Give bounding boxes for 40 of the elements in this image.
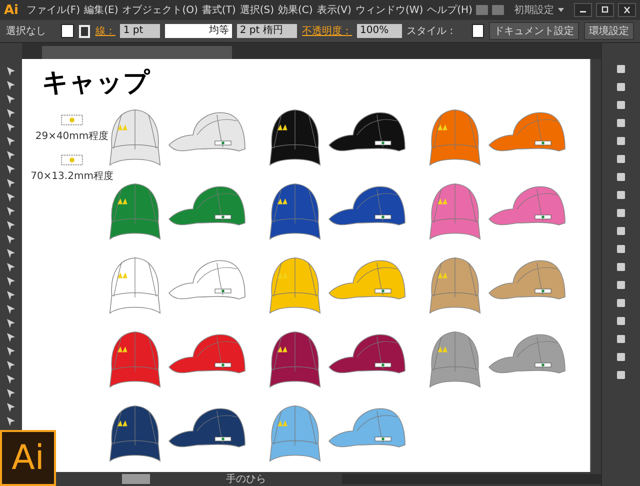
minimize-button[interactable] (574, 3, 592, 17)
menu-item[interactable]: 表示(V) (316, 3, 352, 17)
stroke-link[interactable]: 線： (95, 24, 116, 38)
style-swatch[interactable] (472, 24, 484, 38)
toolbar-button[interactable]: 環境設定 (584, 22, 634, 40)
opacity-link[interactable]: 不透明度： (302, 24, 352, 38)
app-logo: Ai (4, 2, 19, 18)
fill-swatch[interactable] (61, 24, 74, 38)
stroke-profile-field[interactable]: 均等 (164, 24, 232, 38)
menu-item[interactable]: 効果(C) (278, 3, 313, 17)
menu-item[interactable]: ヘルプ(H) (427, 3, 472, 17)
maximize-button[interactable] (596, 3, 614, 17)
opacity-field[interactable]: 100% (357, 24, 402, 38)
selection-status: 選択なし (6, 25, 46, 38)
style-label: スタイル： (406, 25, 457, 38)
size-note: 70×13.2mm程度 (30, 170, 114, 183)
menu-item[interactable]: ファイル(F) (26, 3, 80, 17)
stroke-weight-field[interactable]: 1 pt (120, 24, 160, 38)
illustrator-logo: Ai (0, 430, 56, 486)
toolbar-button[interactable]: ドキュメント設定 (489, 22, 580, 40)
zoom-field[interactable] (122, 474, 150, 484)
brush-field[interactable]: 2 pt 楕円 (236, 24, 298, 38)
close-button[interactable] (618, 3, 636, 17)
logo-sample-icon (60, 113, 84, 127)
caret-icon[interactable] (558, 8, 564, 12)
workspace-switcher[interactable]: 初期設定 (514, 3, 554, 17)
vertical-scrollbar[interactable] (590, 59, 601, 472)
size-note: 29×40mm程度 (35, 130, 109, 143)
menu-item[interactable]: ウィンドウ(W) (355, 3, 424, 17)
close-icon (622, 6, 632, 14)
menu-item[interactable]: オブジェクト(O) (122, 3, 198, 17)
status-text: 手のひら (225, 472, 267, 486)
menu-item[interactable]: 書式(T) (202, 3, 236, 17)
menu-item[interactable]: 編集(E) (84, 3, 118, 17)
menu-item[interactable]: 選択(S) (240, 3, 274, 17)
stroke-swatch[interactable] (78, 24, 90, 38)
maximize-icon (600, 6, 610, 14)
artboard-title: キャップ (42, 67, 152, 100)
logo-sample-icon (60, 153, 84, 167)
selection-arrow-icon[interactable] (5, 65, 17, 77)
